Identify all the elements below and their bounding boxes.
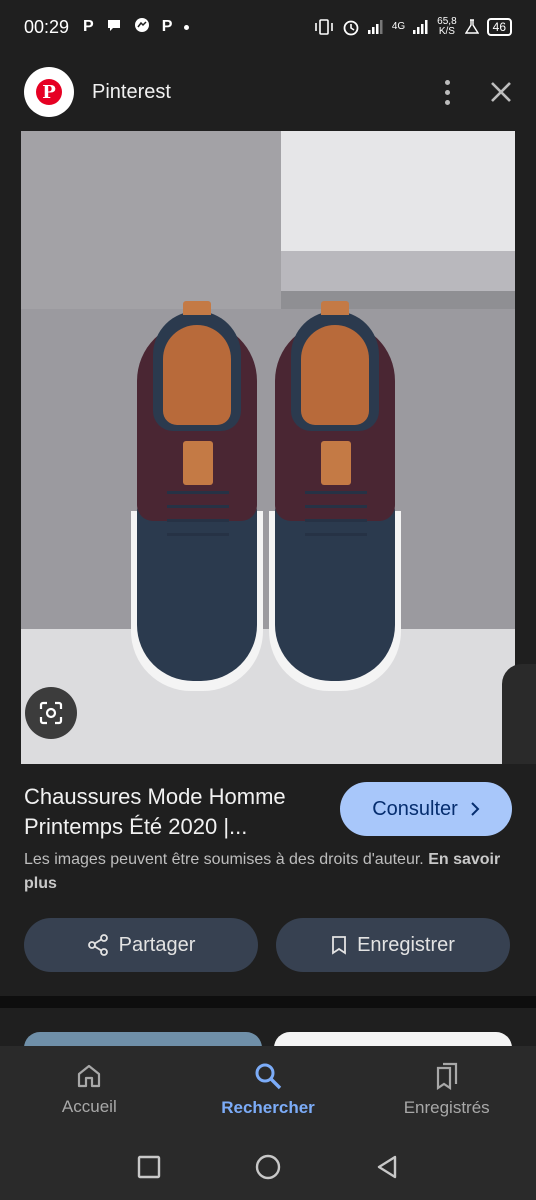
recent-apps-icon[interactable]: [137, 1155, 161, 1179]
nav-item-search[interactable]: Rechercher: [179, 1046, 358, 1134]
nav-item-home[interactable]: Accueil: [0, 1046, 179, 1134]
nav-item-saved[interactable]: Enregistrés: [357, 1046, 536, 1134]
nav-label-search: Rechercher: [221, 1098, 315, 1117]
save-label: Enregistrer: [357, 933, 455, 956]
image-wall-light: [281, 131, 515, 261]
section-divider: [0, 996, 536, 1008]
data-speed: 65,8 K/S: [437, 17, 456, 37]
consult-label: Consulter: [372, 797, 458, 820]
pin-image[interactable]: [21, 131, 515, 764]
chat-notification-icon: [106, 17, 122, 37]
google-lens-icon: [39, 701, 63, 725]
lab-flask-icon: [464, 19, 479, 34]
nav-label-home: Accueil: [61, 1097, 117, 1116]
header-actions: [445, 79, 512, 105]
share-icon: [87, 934, 108, 956]
pinterest-notification-icon: P: [83, 18, 94, 35]
image-wall-mid: [21, 309, 515, 629]
image-ledge: [281, 251, 515, 291]
app-header: P Pinterest: [0, 54, 536, 130]
messenger-icon: [134, 17, 150, 37]
status-right: 4G 65,8 K/S 46: [314, 17, 512, 37]
vibrate-icon: [315, 19, 333, 35]
status-time: 00:29: [24, 16, 70, 37]
consult-button[interactable]: Consulter: [340, 782, 512, 836]
related-results: [0, 1008, 536, 1048]
app-title: Pinterest: [92, 80, 171, 103]
google-lens-button[interactable]: [25, 687, 77, 739]
more-options-icon[interactable]: [445, 79, 450, 105]
copyright-notice: Les images peuvent être soumises à des d…: [24, 848, 514, 896]
image-wall-block: [21, 131, 281, 309]
pin-title[interactable]: Chaussures Mode Homme Printemps Été 2020…: [24, 782, 330, 842]
save-button[interactable]: Enregistrer: [276, 918, 510, 972]
share-label: Partager: [118, 933, 196, 956]
right-shoe: [269, 301, 401, 691]
copyright-text: Les images peuvent être soumises à des d…: [24, 851, 424, 868]
close-icon[interactable]: [490, 81, 512, 103]
alarm-icon: [343, 20, 359, 36]
battery-indicator: 46: [486, 18, 512, 36]
status-bar: 00:29 P P 4G 65,8 K/S 46: [0, 0, 536, 54]
network-type: 4G: [391, 21, 406, 32]
bookmark-icon: [332, 936, 346, 955]
more-notifications-dot-icon: [184, 24, 190, 30]
pin-info: Chaussures Mode Homme Printemps Été 2020…: [0, 764, 536, 996]
back-icon[interactable]: [375, 1155, 399, 1179]
search-icon: [255, 1063, 282, 1090]
system-navigation-bar: [0, 1134, 536, 1200]
signal-icon-2: [413, 20, 428, 34]
notification-icons: P P: [83, 17, 190, 37]
image-floor: [21, 629, 515, 764]
home-icon: [78, 1064, 101, 1088]
chevron-right-icon: [471, 802, 480, 816]
share-button[interactable]: Partager: [24, 918, 258, 972]
home-button-icon[interactable]: [255, 1154, 281, 1180]
pinterest-logo-letter: P: [36, 79, 62, 105]
pinterest-notification-icon-2: P: [161, 18, 173, 35]
bookmarks-icon: [436, 1062, 457, 1090]
nav-label-saved: Enregistrés: [403, 1098, 490, 1117]
data-speed-unit: K/S: [438, 26, 455, 37]
bottom-navigation: Accueil Rechercher Enregistrés: [0, 1046, 536, 1134]
signal-icon: [367, 20, 383, 34]
left-shoe: [131, 301, 263, 691]
pinterest-logo-icon: P: [24, 67, 74, 117]
